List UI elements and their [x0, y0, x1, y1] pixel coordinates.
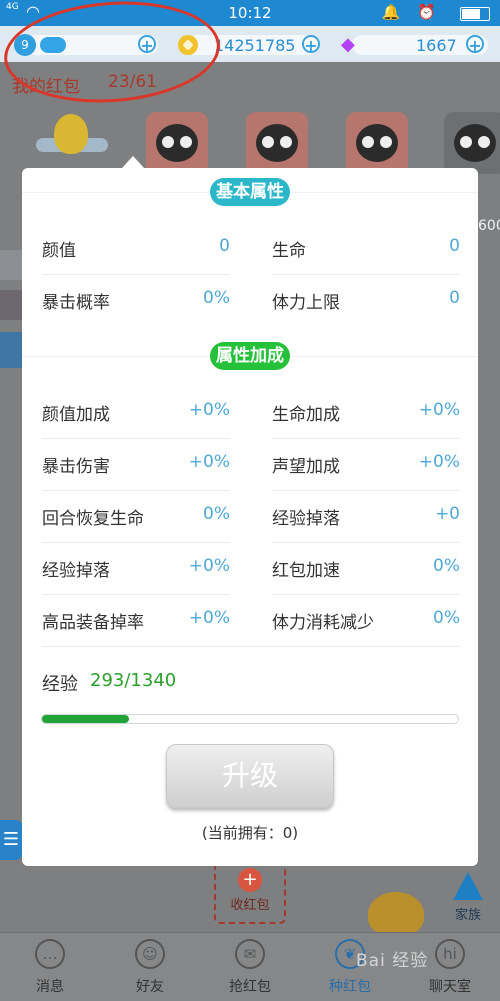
attr-value: +0% — [418, 452, 460, 472]
attr-value: +0% — [188, 452, 230, 472]
message-icon: … — [35, 939, 65, 969]
character-avatar-3[interactable] — [346, 112, 408, 174]
chatroom-icon: hi — [435, 939, 465, 969]
grab-redpacket-icon: ✉ — [235, 939, 265, 969]
attr-label: 生命加成 — [272, 405, 340, 425]
add-coins-button[interactable]: + — [302, 35, 320, 54]
bonus-attributes-title: 属性加成 — [210, 342, 290, 370]
attr-label: 颜值 — [42, 241, 76, 261]
upgrade-button[interactable]: 升级 — [166, 744, 334, 808]
gem-icon: ◆ — [341, 34, 355, 55]
side-tab-2[interactable] — [0, 290, 22, 320]
add-gems-button[interactable]: + — [466, 35, 484, 54]
chick-body — [54, 114, 88, 154]
attr-row: 声望加成 +0% — [272, 438, 460, 491]
menu-button[interactable]: ☰ — [0, 820, 22, 860]
nav-messages[interactable]: … 消息 — [0, 933, 100, 1001]
watermark: Bai 经验 — [356, 951, 429, 971]
attr-label: 体力上限 — [272, 293, 340, 313]
modal-pointer — [122, 156, 144, 168]
experience-bar-fill — [42, 715, 130, 723]
attr-value: +0% — [188, 400, 230, 420]
attr-value: 0 — [219, 236, 230, 256]
basic-attributes-title: 基本属性 — [210, 178, 290, 206]
bear-character[interactable] — [368, 892, 424, 936]
attr-value: 0% — [433, 608, 460, 628]
attr-label: 回合恢复生命 — [42, 509, 144, 529]
attributes-panel: 基本属性 颜值 0 生命 0 暴击概率 0% 体力上限 0 属性加成 颜值加成 … — [22, 168, 478, 866]
nav-label: 种红包 — [329, 979, 371, 995]
attr-row: 生命加成 +0% — [272, 386, 460, 439]
attr-row: 颜值 0 — [42, 222, 230, 275]
experience-value: 293/1340 — [90, 670, 177, 691]
character-avatar-1[interactable] — [146, 112, 208, 174]
family-label: 家族 — [454, 908, 481, 923]
experience-label: 经验 — [42, 674, 78, 695]
character-avatar-2[interactable] — [246, 112, 308, 174]
nav-label: 消息 — [36, 979, 64, 995]
attr-label: 颜值加成 — [42, 405, 110, 425]
plus-icon: + — [238, 868, 262, 892]
nav-label: 好友 — [136, 979, 164, 995]
battery-icon — [460, 7, 490, 21]
attr-label: 暴击伤害 — [42, 457, 110, 477]
attr-value: 0% — [203, 504, 230, 524]
attr-row: 暴击概率 0% — [42, 274, 230, 326]
side-number: 600 — [478, 218, 500, 234]
attr-row: 体力上限 0 — [272, 274, 460, 326]
tent-icon — [453, 872, 483, 900]
attr-label: 生命 — [272, 241, 306, 261]
collect-red-packet-button[interactable]: + 收红包 — [214, 860, 286, 924]
attr-value: +0 — [434, 504, 460, 524]
coin-count: 14251785 — [214, 36, 296, 55]
nav-grab-red-packet[interactable]: ✉ 抢红包 — [200, 933, 300, 1001]
attr-value: 0 — [449, 288, 460, 308]
attr-row: 颜值加成 +0% — [42, 386, 230, 439]
attr-value: 0% — [433, 556, 460, 576]
attr-row: 经验掉落 +0 — [272, 490, 460, 543]
attr-label: 高品装备掉率 — [42, 613, 144, 633]
family-button[interactable]: 家族 — [448, 872, 488, 930]
attr-label: 红包加速 — [272, 561, 340, 581]
attr-label: 体力消耗减少 — [272, 613, 374, 633]
nav-friends[interactable]: ☺ 好友 — [100, 933, 200, 1001]
attr-row: 回合恢复生命 0% — [42, 490, 230, 543]
chick-character[interactable] — [36, 108, 108, 168]
character-avatar-4[interactable] — [444, 112, 500, 174]
collect-label: 收红包 — [230, 898, 270, 913]
attr-row: 体力消耗减少 0% — [272, 594, 460, 647]
attr-row: 经验掉落 +0% — [42, 542, 230, 595]
attr-row: 高品装备掉率 +0% — [42, 594, 230, 647]
gem-count: 1667 — [416, 36, 457, 55]
attr-row: 生命 0 — [272, 222, 460, 275]
side-tab-1[interactable] — [0, 250, 22, 280]
attr-label: 经验掉落 — [272, 509, 340, 529]
attr-row: 红包加速 0% — [272, 542, 460, 595]
attr-value: +0% — [188, 556, 230, 576]
nav-label: 抢红包 — [229, 979, 271, 995]
attr-label: 暴击概率 — [42, 293, 110, 313]
attr-value: 0 — [449, 236, 460, 256]
nav-label: 聊天室 — [429, 979, 471, 995]
owned-count: (当前拥有：0) — [201, 824, 299, 842]
attr-value: 0% — [203, 288, 230, 308]
friends-icon: ☺ — [135, 939, 165, 969]
attr-value: +0% — [418, 400, 460, 420]
side-tab-3[interactable] — [0, 332, 22, 368]
status-icons: 🔔 ⏰ — [381, 3, 442, 21]
attr-label: 经验掉落 — [42, 561, 110, 581]
experience-bar — [41, 714, 459, 724]
attr-value: +0% — [188, 608, 230, 628]
attr-row: 暴击伤害 +0% — [42, 438, 230, 491]
attr-label: 声望加成 — [272, 457, 340, 477]
